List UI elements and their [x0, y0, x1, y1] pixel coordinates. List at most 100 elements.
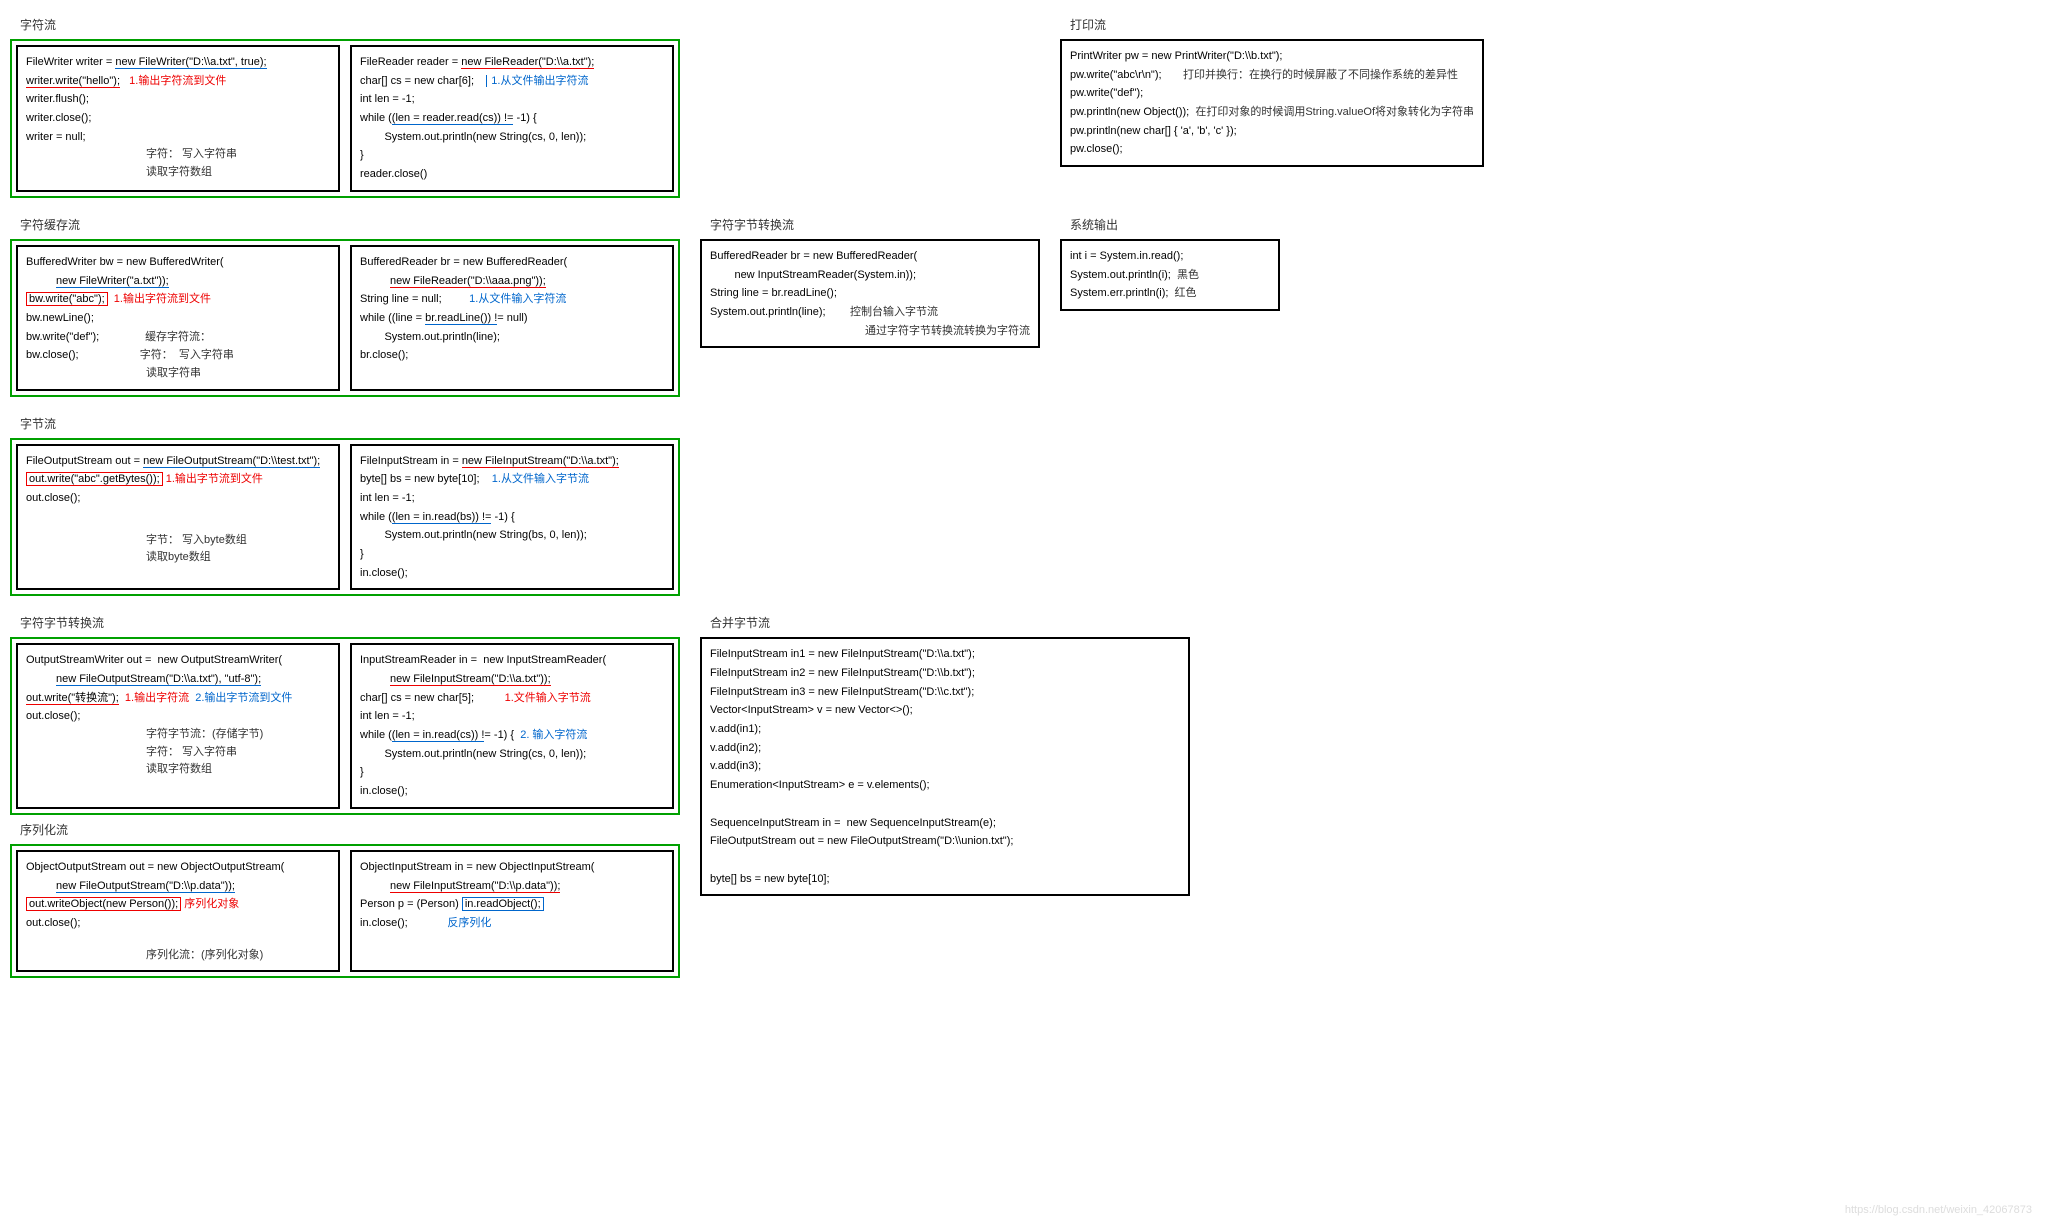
t: writer.write("hello");	[26, 75, 120, 88]
note: 读取字符数组	[146, 761, 330, 779]
ann: 1.输出字符流	[125, 692, 189, 704]
ann: 1.输出字符流到文件	[114, 293, 211, 305]
t: }	[360, 763, 664, 782]
t: pw.write("abc\r\n");	[1070, 69, 1162, 81]
watermark: https://blog.csdn.net/weixin_42067873	[1845, 1204, 2032, 1216]
t: OutputStreamWriter out = new OutputStrea…	[26, 651, 330, 670]
title-serialize: 序列化流	[20, 821, 680, 838]
t: while (	[360, 511, 392, 523]
t: new FileInputStream("D:\\a.txt"));	[390, 673, 551, 686]
t: out.close();	[26, 489, 330, 508]
t: BufferedReader br = new BufferedReader(	[710, 247, 1030, 266]
t: (len = in.read(bs)) !=	[392, 511, 492, 524]
note: 读取字符数组	[146, 164, 330, 182]
t: System.out.println(new String(cs, 0, len…	[360, 745, 664, 764]
box-objectoutputstream: ObjectOutputStream out = new ObjectOutpu…	[16, 850, 340, 972]
t: System.out.println(line);	[710, 306, 826, 318]
t: in.readObject();	[462, 897, 544, 911]
t: writer.flush();	[26, 90, 330, 109]
t: byte[] bs = new byte[10];	[710, 870, 1180, 889]
t: BufferedReader br = new BufferedReader(	[360, 253, 664, 272]
t: in.close();	[360, 917, 408, 929]
box-inputstreamreader: BufferedReader br = new BufferedReader( …	[700, 239, 1040, 348]
note: 字节： 写入byte数组	[146, 532, 330, 550]
t: out.close();	[26, 707, 330, 726]
title-byte-stream: 字节流	[20, 415, 680, 432]
box-sysout: int i = System.in.read(); System.out.pri…	[1060, 239, 1280, 311]
t: out.write("转换流");	[26, 692, 119, 705]
ann: 在打印对象的时候调用String.valueOf将对象转化为字符串	[1195, 106, 1474, 118]
t: bw.close();	[26, 349, 79, 361]
ann: 1.从文件输入字符流	[469, 293, 566, 305]
t: bw.write("abc");	[26, 292, 108, 306]
group-byte-stream: FileOutputStream out = new FileOutputStr…	[10, 438, 680, 597]
box-filewriter: FileWriter writer = new FileWriter("D:\\…	[16, 45, 340, 192]
note: 字符： 写入字符串	[146, 146, 330, 164]
t: while (	[360, 729, 392, 741]
title-merge-byte: 合并字节流	[710, 614, 1190, 631]
t: out.writeObject(new Person());	[26, 897, 181, 911]
t: }	[360, 146, 664, 165]
t: System.out.println(new String(cs, 0, len…	[360, 128, 664, 147]
note: 通过字符字节转换流转换为字符流	[865, 325, 1030, 337]
ann: 打印并换行：在换行的时候屏蔽了不同操作系统的差异性	[1183, 69, 1458, 81]
title-char-buffer: 字符缓存流	[20, 216, 680, 233]
t: new FileInputStream("D:\\p.data"));	[390, 880, 560, 893]
title-charbyteconv: 字符字节转换流	[20, 614, 680, 631]
t: v.add(in2);	[710, 739, 1180, 758]
ann: 1.从文件输入字节流	[492, 473, 589, 485]
box-inputstreamreader2: InputStreamReader in = new InputStreamRe…	[350, 643, 674, 809]
t: int len = -1;	[360, 707, 664, 726]
group-charbyteconv: OutputStreamWriter out = new OutputStrea…	[10, 637, 680, 815]
group-char-stream: FileWriter writer = new FileWriter("D:\\…	[10, 39, 680, 198]
t: br.readLine()) !	[425, 312, 497, 325]
t: char[] cs = new char[5];	[360, 692, 474, 704]
t: int len = -1;	[360, 489, 664, 508]
ann: 1.从文件输出字符流	[486, 75, 588, 87]
t: SequenceInputStream in = new SequenceInp…	[710, 814, 1180, 833]
t: v.add(in3);	[710, 757, 1180, 776]
t: Person p = (Person)	[360, 898, 462, 910]
box-bufferedreader: BufferedReader br = new BufferedReader( …	[350, 245, 674, 391]
ann: 2. 输入字符流	[520, 729, 587, 741]
t: String line = br.readLine();	[710, 287, 837, 299]
t: new FileWriter("a.txt"));	[56, 275, 169, 288]
note: 序列化流：(序列化对象)	[146, 947, 330, 965]
title-char-stream: 字符流	[20, 16, 680, 33]
box-bufferedwriter: BufferedWriter bw = new BufferedWriter( …	[16, 245, 340, 391]
t: System.out.println(line);	[360, 328, 664, 347]
box-filereader: FileReader reader = new FileReader("D:\\…	[350, 45, 674, 192]
ann: 反序列化	[447, 917, 491, 929]
box-objectinputstream: ObjectInputStream in = new ObjectInputSt…	[350, 850, 674, 972]
t: in.close();	[360, 782, 664, 801]
t: = -1) {	[484, 729, 514, 741]
note: 读取字符串	[146, 365, 330, 383]
t: new FileInputStream("D:\\a.txt");	[462, 455, 619, 468]
note: 字符： 写入字符串	[146, 744, 330, 762]
title-sysout: 系统输出	[1070, 216, 1280, 233]
t: ObjectInputStream in = new ObjectInputSt…	[360, 858, 664, 877]
ann: 1.文件输入字节流	[505, 692, 591, 704]
t: }	[360, 545, 664, 564]
t: new FileOutputStream("D:\\test.txt");	[143, 455, 320, 468]
t: Vector<InputStream> v = new Vector<>();	[710, 701, 1180, 720]
t: new InputStreamReader(System.in));	[710, 266, 1030, 285]
ann: 黑色	[1177, 269, 1199, 281]
box-outputstreamwriter: OutputStreamWriter out = new OutputStrea…	[16, 643, 340, 809]
t: Enumeration<InputStream> e = v.elements(…	[710, 776, 1180, 795]
t: new FileWriter("D:\\a.txt", true);	[115, 56, 266, 69]
ann: 1.输出字节流到文件	[166, 473, 263, 485]
t: int len = -1;	[360, 90, 664, 109]
t: int i = System.in.read();	[1070, 247, 1270, 266]
t: FileOutputStream out =	[26, 455, 143, 467]
t: FileInputStream in1 = new FileInputStrea…	[710, 645, 1180, 664]
ann: 红色	[1175, 287, 1197, 299]
t: FileInputStream in =	[360, 455, 462, 467]
note: 读取byte数组	[146, 549, 330, 567]
t: String line = null;	[360, 293, 442, 305]
t: while (	[360, 112, 392, 124]
t: FileOutputStream out = new FileOutputStr…	[710, 832, 1180, 851]
t: FileReader reader =	[360, 56, 461, 68]
group-char-buffer: BufferedWriter bw = new BufferedWriter( …	[10, 239, 680, 397]
t: = null)	[497, 312, 527, 324]
